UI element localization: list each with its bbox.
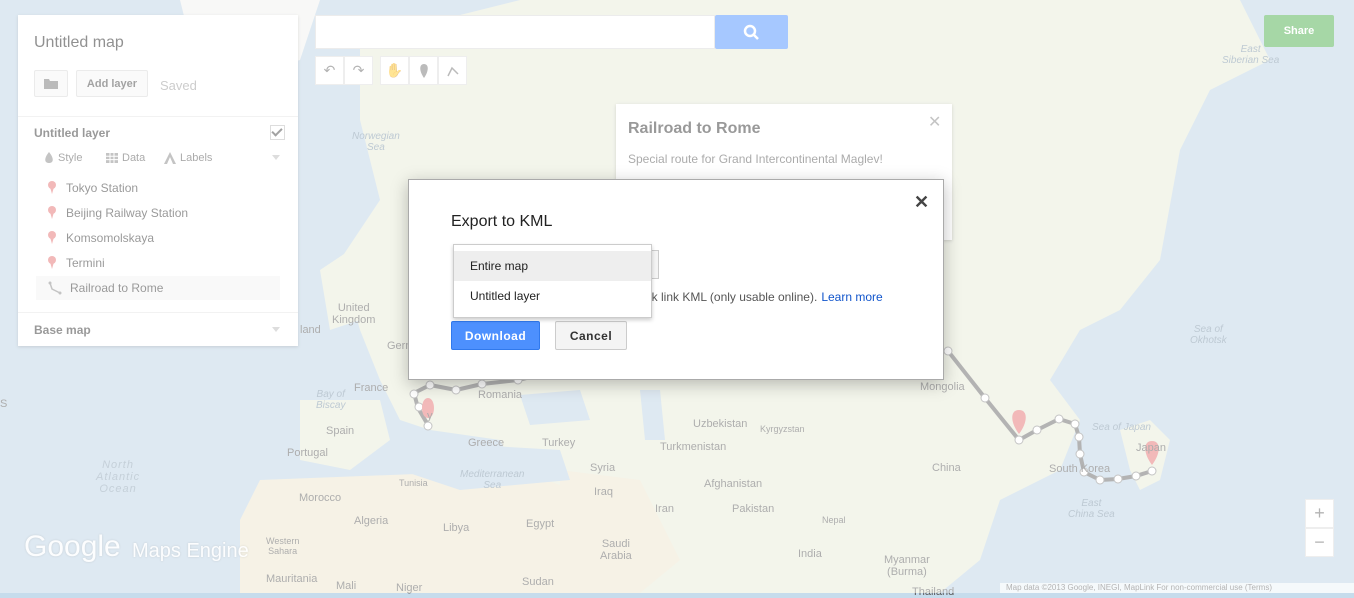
kml-note-text: ork link KML (only usable online). xyxy=(641,290,818,304)
dropdown-option-untitled-layer[interactable]: Untitled layer xyxy=(454,281,651,311)
dropdown-option-entire-map[interactable]: Entire map xyxy=(454,251,651,281)
cancel-button[interactable]: Cancel xyxy=(555,321,627,350)
close-icon[interactable]: ✕ xyxy=(914,192,929,213)
dialog-title: Export to KML xyxy=(451,213,553,230)
download-button[interactable]: Download xyxy=(451,321,540,350)
learn-more-link[interactable]: Learn more xyxy=(821,290,882,304)
export-scope-dropdown: Entire map Untitled layer xyxy=(453,244,652,318)
kml-note: ork link KML (only usable online). Learn … xyxy=(641,290,883,304)
